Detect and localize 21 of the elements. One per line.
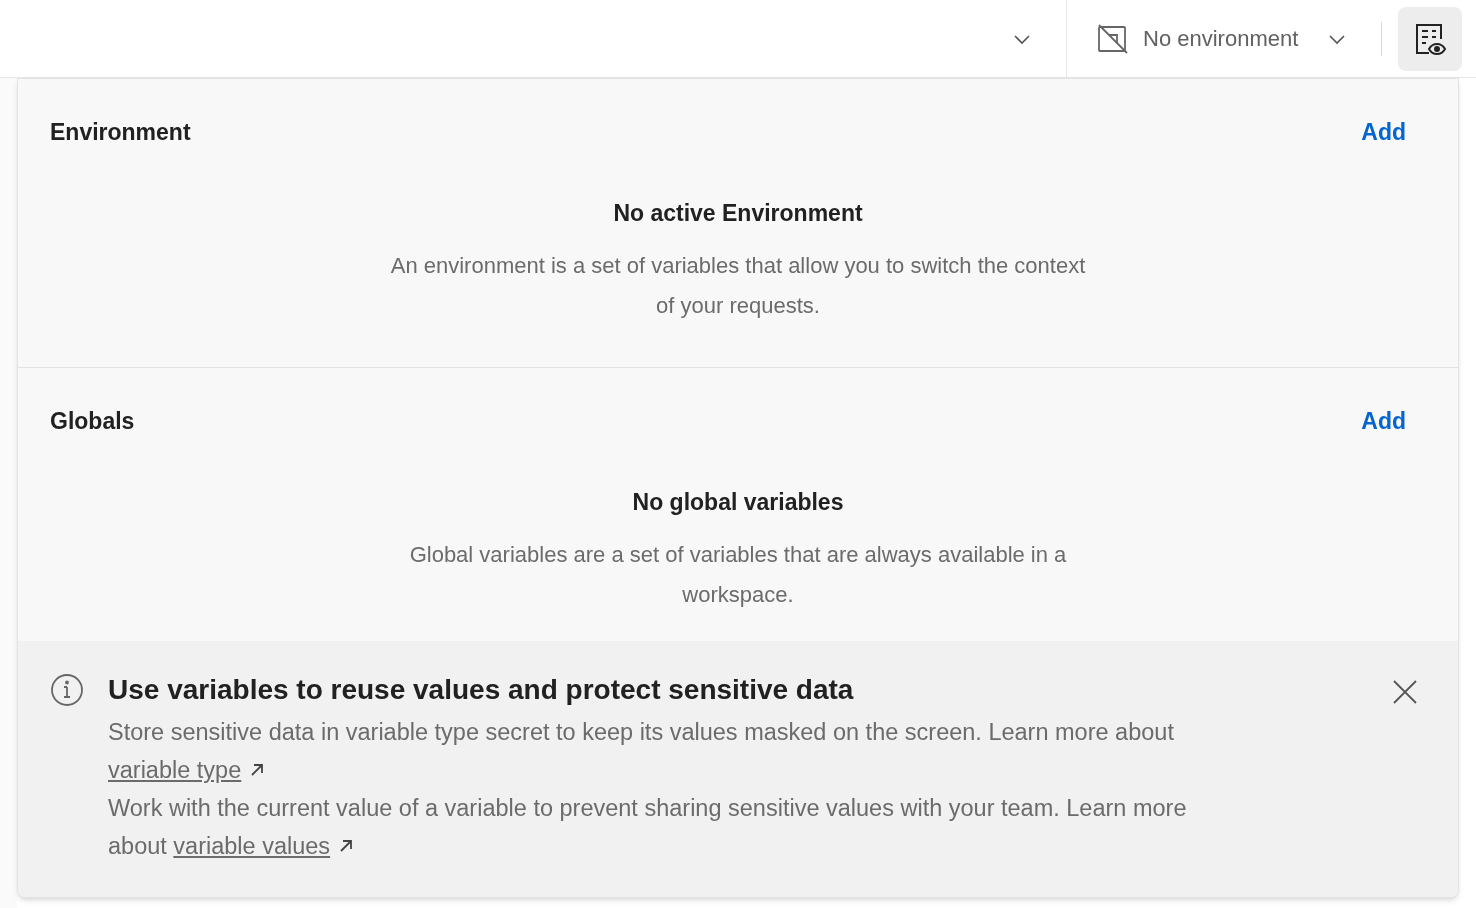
info-icon: [50, 673, 84, 707]
add-button[interactable]: Add: [1361, 404, 1406, 439]
add-button[interactable]: Add: [1361, 115, 1406, 150]
section-title: Environment: [50, 118, 191, 147]
empty-state-title: No active Environment: [613, 198, 863, 228]
external-arrow-icon: [338, 838, 355, 854]
close-icon: [1392, 679, 1418, 705]
empty-state-text: An environment is a set of variables that allow you to switch the context of your requests.: [389, 252, 1087, 320]
empty-state-title: No global variables: [632, 487, 844, 517]
section-title: Globals: [50, 407, 135, 436]
environment-selector[interactable]: No environment: [1097, 22, 1347, 55]
tip-text: Store sensitive data in variable type secret to keep its values masked on the screen. Learn more about variable type: [108, 718, 1175, 785]
tip-title: Use variables to reuse values and protect sensitive data: [108, 673, 855, 707]
external-arrow-icon: [249, 762, 266, 778]
variables-view-button[interactable]: [1398, 6, 1462, 71]
no-environment-icon: [1097, 22, 1129, 55]
empty-state-text: Global variables are a set of variables that are always available in a workspace.: [408, 541, 1068, 609]
tip-text: Work with the current value of a variable to prevent sharing sensitive values with your team. Learn more about variable values: [108, 794, 1188, 861]
learn-more-link[interactable]: variable values: [173, 833, 331, 859]
list-eye-icon: [1413, 21, 1447, 56]
learn-more-link[interactable]: variable type: [108, 757, 242, 783]
